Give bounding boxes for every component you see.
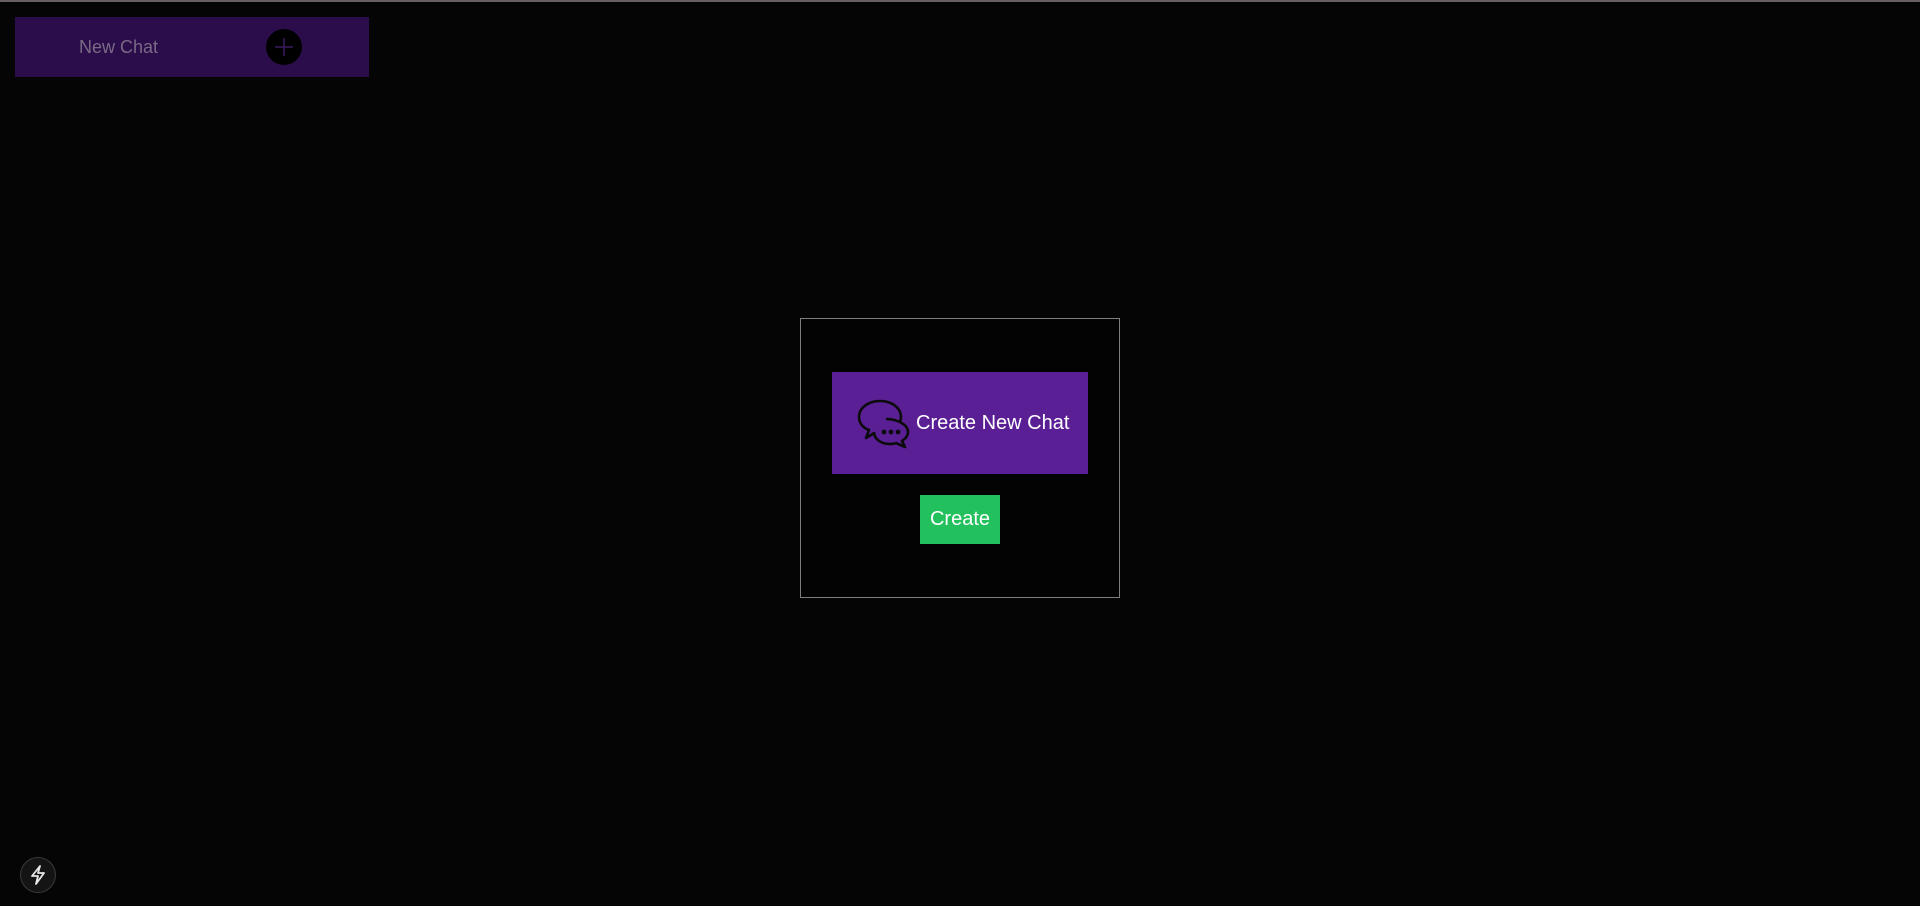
create-button[interactable]: Create xyxy=(920,495,1000,544)
dialog-title: Create New Chat xyxy=(916,411,1070,434)
create-new-chat-header: Create New Chat xyxy=(832,372,1088,474)
plus-icon xyxy=(275,38,293,56)
lightning-icon xyxy=(31,865,45,885)
new-chat-bar[interactable]: New Chat xyxy=(15,17,369,77)
add-chat-button[interactable] xyxy=(266,29,302,65)
create-chat-dialog: Create New Chat Create xyxy=(800,318,1120,598)
chat-bubbles-icon xyxy=(857,399,910,449)
top-divider xyxy=(0,0,1920,2)
new-chat-label: New Chat xyxy=(79,37,159,57)
quick-action-button[interactable] xyxy=(20,857,56,893)
